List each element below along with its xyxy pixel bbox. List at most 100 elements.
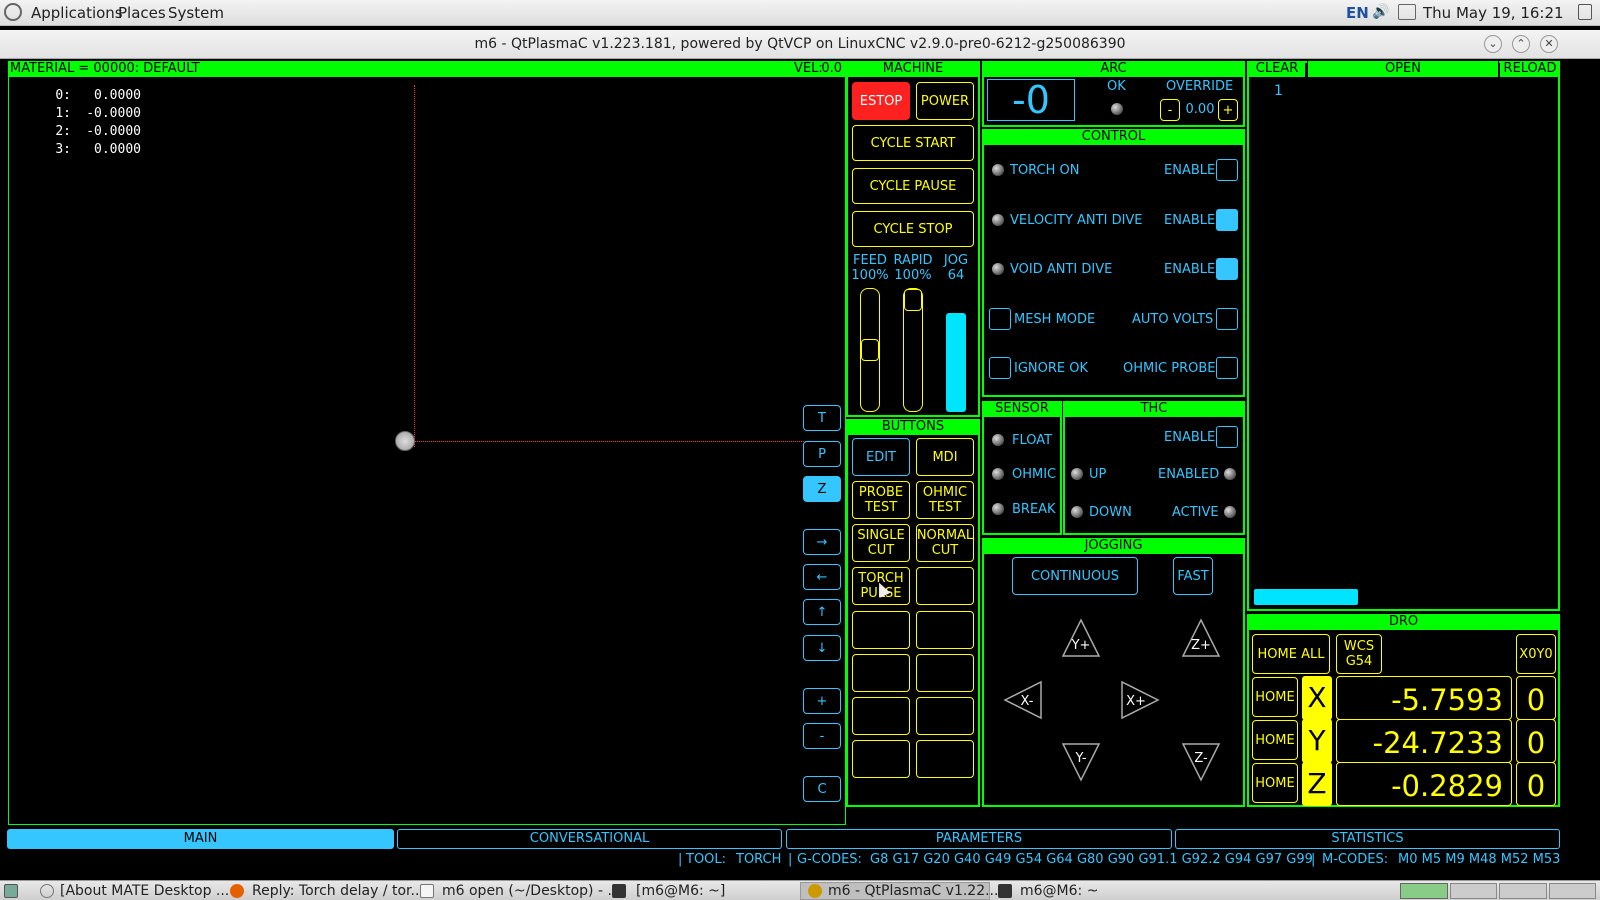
user-button-11[interactable] bbox=[852, 654, 910, 692]
workspace-switcher[interactable] bbox=[1400, 883, 1596, 899]
wcs-button[interactable]: WCS G54 bbox=[1336, 634, 1382, 674]
home-z-button[interactable]: HOME bbox=[1252, 763, 1298, 803]
mesh-mode-checkbox[interactable] bbox=[989, 308, 1011, 330]
taskbar-item[interactable]: [About MATE Desktop ... bbox=[60, 883, 229, 899]
zero-x-button[interactable]: 0 bbox=[1516, 676, 1556, 720]
view-top-button[interactable]: T bbox=[803, 405, 841, 431]
feed-slider-handle[interactable] bbox=[861, 339, 879, 361]
jog-fast-button[interactable]: FAST bbox=[1173, 557, 1213, 595]
ohmic-probe-checkbox[interactable] bbox=[1216, 357, 1238, 379]
override-plus-button[interactable]: + bbox=[1218, 99, 1238, 121]
view-z-button[interactable]: Z bbox=[803, 476, 841, 502]
taskbar-item[interactable]: [m6@M6: ~] bbox=[636, 883, 725, 899]
thc-active-label: ACTIVE bbox=[1172, 505, 1219, 520]
zoom-out-button[interactable]: - bbox=[803, 723, 841, 749]
thc-enable-label: ENABLE bbox=[1164, 430, 1216, 445]
cycle-stop-button[interactable]: CYCLE STOP bbox=[852, 211, 974, 247]
taskbar-item[interactable]: Reply: Torch delay / tor... bbox=[252, 883, 424, 899]
user-button-10[interactable] bbox=[916, 611, 974, 649]
tab-main[interactable]: MAIN bbox=[7, 829, 394, 849]
user-button-9[interactable] bbox=[852, 611, 910, 649]
thc-active-led bbox=[1224, 506, 1236, 518]
zero-z-button[interactable]: 0 bbox=[1516, 762, 1556, 806]
close-button[interactable]: ✕ bbox=[1540, 35, 1558, 53]
clock[interactable]: Thu May 19, 16:21 bbox=[1423, 4, 1564, 22]
mdi-button[interactable]: MDI bbox=[916, 438, 974, 476]
volume-icon[interactable]: 🔊 bbox=[1372, 4, 1390, 20]
vad-enable-checkbox[interactable] bbox=[1216, 209, 1238, 231]
pan-up-button[interactable]: ↑ bbox=[803, 599, 841, 625]
home-y-button[interactable]: HOME bbox=[1252, 720, 1298, 760]
taskbar-item[interactable]: m6 - QtPlasmaC v1.22... bbox=[828, 883, 998, 899]
zero-y-button[interactable]: 0 bbox=[1516, 719, 1556, 763]
jog-slider[interactable] bbox=[946, 288, 966, 412]
user-button-16[interactable] bbox=[916, 740, 974, 778]
gcode-preview[interactable]: 0: 0.0000 1: -0.0000 2: -0.0000 3: 0.0000 bbox=[8, 77, 846, 825]
status-sep: | bbox=[788, 852, 793, 867]
x0y0-button[interactable]: X0Y0 bbox=[1516, 634, 1556, 674]
jog-x-plus-button[interactable]: X+ bbox=[1120, 680, 1160, 720]
thc-enable-checkbox[interactable] bbox=[1216, 426, 1238, 448]
normal-cut-button[interactable]: NORMAL CUT bbox=[916, 524, 974, 562]
status-bar: | TOOL: TORCH | G-CODES: G8 G17 G20 G40 … bbox=[678, 851, 1560, 871]
edit-button[interactable]: EDIT bbox=[852, 438, 910, 476]
jog-z-plus-button[interactable]: Z+ bbox=[1181, 618, 1221, 658]
user-button-15[interactable] bbox=[852, 740, 910, 778]
user-button-14[interactable] bbox=[916, 697, 974, 735]
minimize-button[interactable]: ⌄ bbox=[1484, 35, 1502, 53]
power-button[interactable]: POWER bbox=[916, 82, 974, 120]
power-menu-icon[interactable] bbox=[1578, 4, 1592, 20]
jog-y-minus-button[interactable]: Y- bbox=[1061, 742, 1101, 782]
feed-value: 100% bbox=[851, 268, 889, 283]
gcode-clear-button[interactable]: CLEAR bbox=[1249, 61, 1305, 77]
home-all-button[interactable]: HOME ALL bbox=[1252, 634, 1330, 674]
clear-preview-button[interactable]: C bbox=[803, 776, 841, 802]
sensor-header: SENSOR bbox=[982, 401, 1062, 417]
cycle-pause-button[interactable]: CYCLE PAUSE bbox=[852, 168, 974, 204]
network-icon[interactable] bbox=[1398, 4, 1416, 20]
estop-button[interactable]: ESTOP bbox=[852, 82, 910, 120]
tab-parameters[interactable]: PARAMETERS bbox=[786, 829, 1172, 849]
auto-volts-checkbox[interactable] bbox=[1216, 308, 1238, 330]
pan-left-button[interactable]: ← bbox=[803, 564, 841, 590]
zoom-in-button[interactable]: + bbox=[803, 688, 841, 714]
feed-slider[interactable] bbox=[860, 288, 880, 412]
pan-right-button[interactable]: → bbox=[803, 529, 841, 555]
gcode-reload-button[interactable]: RELOAD bbox=[1500, 61, 1560, 77]
tool-label: TOOL: bbox=[686, 852, 727, 867]
probe-test-button[interactable]: PROBE TEST bbox=[852, 481, 910, 519]
cycle-start-button[interactable]: CYCLE START bbox=[852, 125, 974, 161]
single-cut-button[interactable]: SINGLE CUT bbox=[852, 524, 910, 562]
taskbar-item[interactable]: m6@M6: ~ bbox=[1020, 883, 1098, 899]
menu-applications[interactable]: Applications bbox=[31, 4, 123, 22]
taskbar-item[interactable]: m6 open (~/Desktop) - ... bbox=[442, 883, 621, 899]
home-x-button[interactable]: HOME bbox=[1252, 677, 1298, 717]
pan-down-button[interactable]: ↓ bbox=[803, 635, 841, 661]
jog-x-minus-button[interactable]: X- bbox=[1003, 680, 1043, 720]
ignore-ok-checkbox[interactable] bbox=[989, 357, 1011, 379]
gcode-open-button[interactable]: OPEN bbox=[1307, 61, 1499, 77]
user-button-13[interactable] bbox=[852, 697, 910, 735]
void-enable-checkbox[interactable] bbox=[1216, 258, 1238, 280]
menu-places[interactable]: Places bbox=[118, 4, 166, 22]
rapid-slider[interactable] bbox=[903, 288, 923, 412]
jog-y-plus-button[interactable]: Y+ bbox=[1061, 618, 1101, 658]
jog-z-minus-button[interactable]: Z- bbox=[1181, 742, 1221, 782]
jog-continuous-button[interactable]: CONTINUOUS bbox=[1012, 557, 1138, 595]
user-button-12[interactable] bbox=[916, 654, 974, 692]
rapid-slider-handle[interactable] bbox=[904, 289, 922, 311]
override-minus-button[interactable]: - bbox=[1160, 99, 1180, 121]
tab-statistics[interactable]: STATISTICS bbox=[1175, 829, 1560, 849]
offset-row: 0: 0.0000 bbox=[55, 88, 141, 103]
mate-logo-icon[interactable] bbox=[4, 3, 22, 21]
show-desktop-icon[interactable] bbox=[4, 884, 18, 898]
keyboard-layout-indicator[interactable]: EN bbox=[1346, 4, 1369, 22]
torch-enable-checkbox[interactable] bbox=[1216, 159, 1238, 181]
maximize-button[interactable]: ⌃ bbox=[1512, 35, 1530, 53]
tab-conversational[interactable]: CONVERSATIONAL bbox=[397, 829, 782, 849]
view-perspective-button[interactable]: P bbox=[803, 441, 841, 467]
jog-z-plus-label: Z+ bbox=[1191, 638, 1211, 653]
menu-system[interactable]: System bbox=[168, 4, 224, 22]
user-button-8[interactable] bbox=[916, 567, 974, 605]
ohmic-test-button[interactable]: OHMIC TEST bbox=[916, 481, 974, 519]
